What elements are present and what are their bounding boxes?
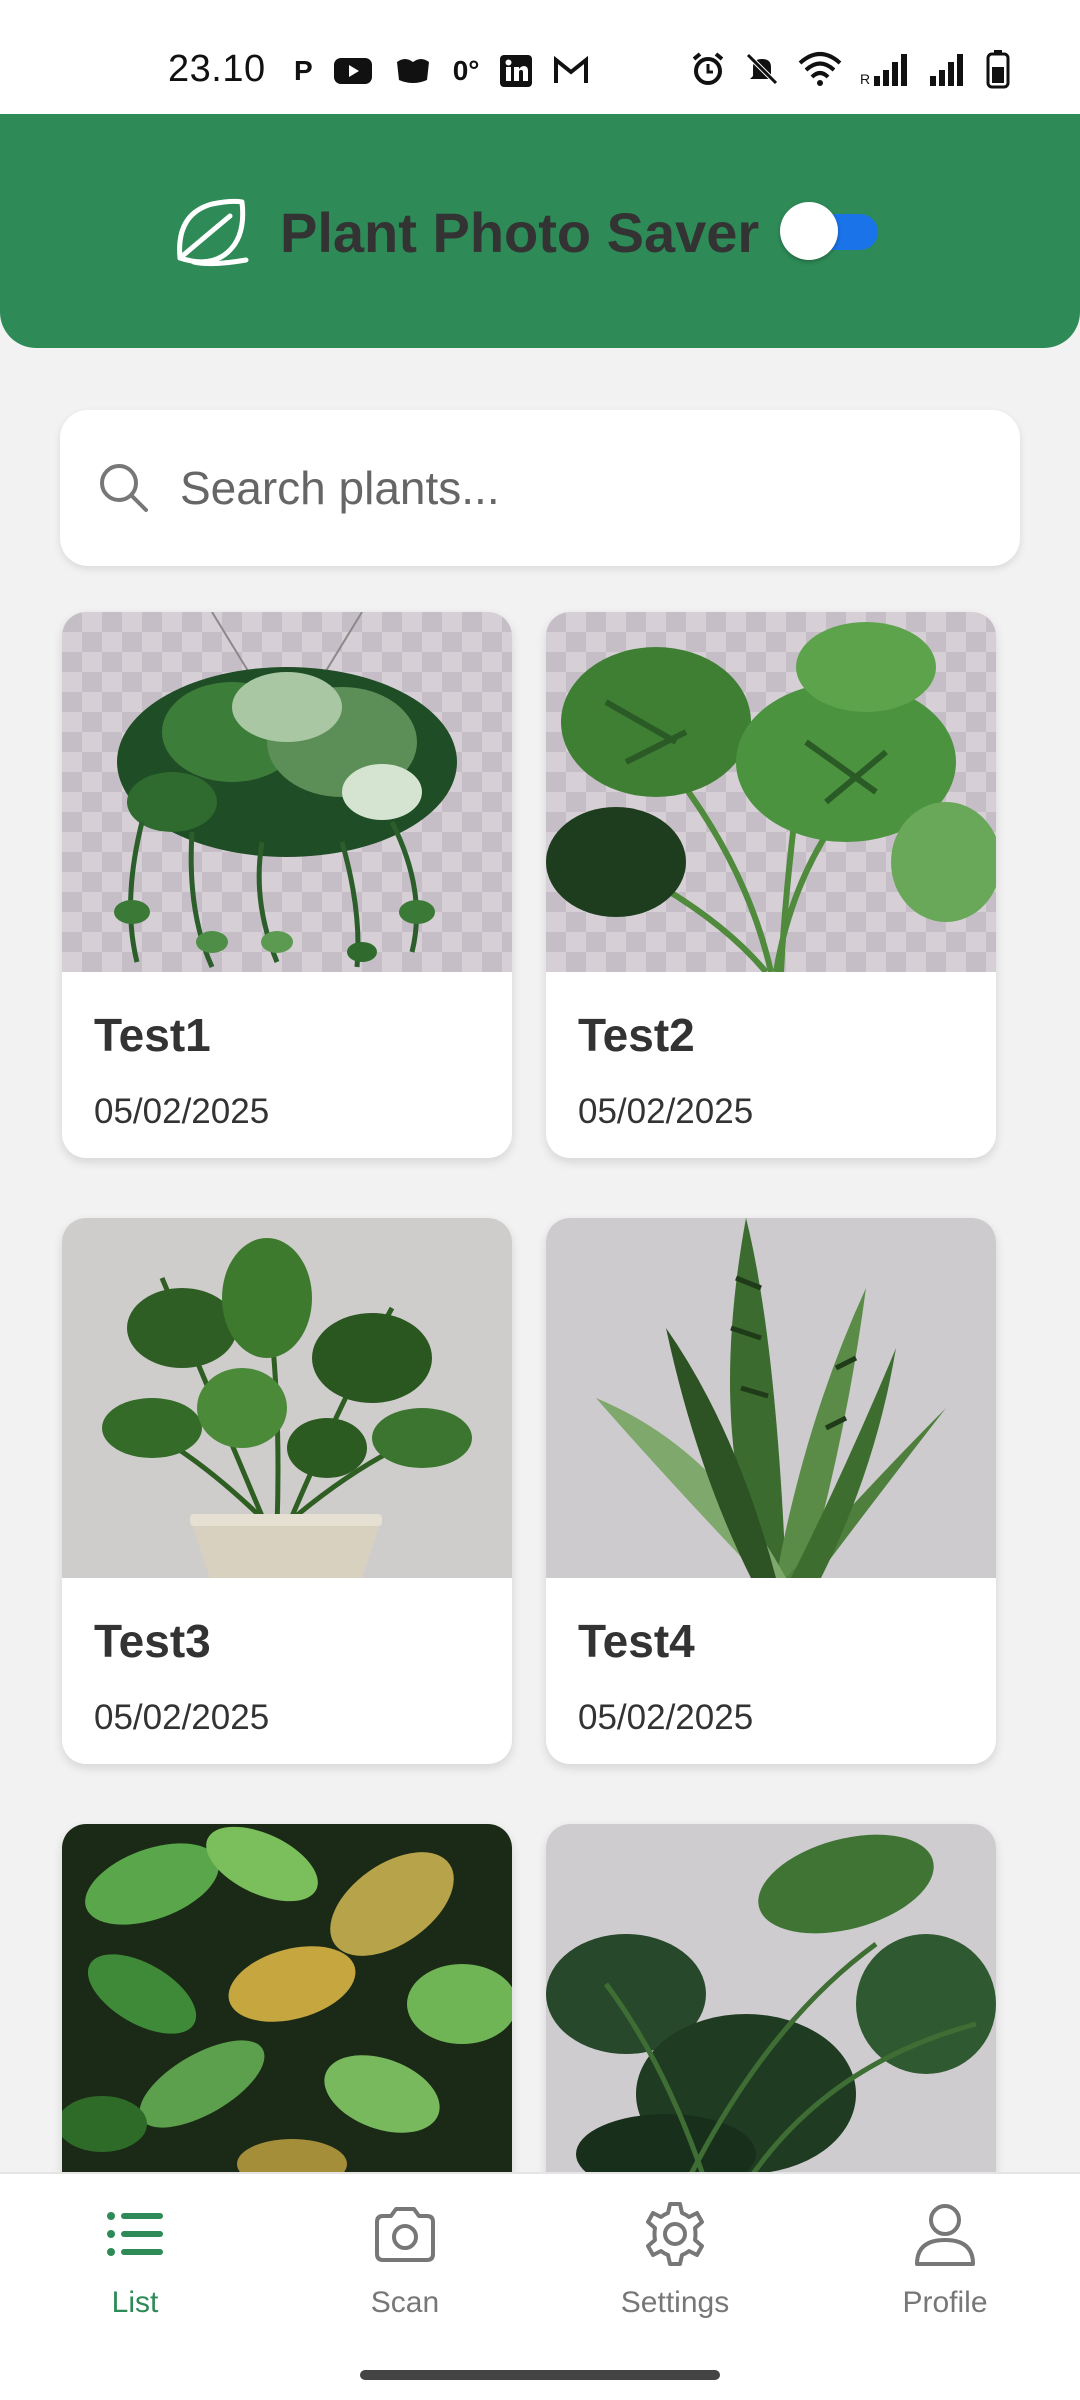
plant-date: 05/02/2025: [578, 1092, 754, 1131]
plant-image: [62, 1218, 512, 1578]
temperature-icon: 0°: [452, 55, 480, 86]
plant-card-body: Test3 05/02/2025: [62, 1578, 512, 1738]
plant-card[interactable]: Test1 05/02/2025: [62, 612, 512, 1158]
nav-item-settings[interactable]: Settings: [575, 2198, 775, 2328]
status-time: 23.10: [168, 48, 266, 90]
search-input[interactable]: [180, 461, 1020, 515]
home-indicator[interactable]: [360, 2370, 720, 2380]
svg-text:R: R: [860, 71, 870, 86]
plant-card-body: Test2 05/02/2025: [546, 972, 996, 1132]
nav-label-list: List: [111, 2286, 159, 2319]
plant-name: Test3: [94, 1615, 211, 1667]
camera-icon: [375, 2207, 435, 2262]
plant-card[interactable]: Test2 05/02/2025: [546, 612, 996, 1158]
status-left-icons: P 0°: [294, 52, 589, 90]
plant-name: Test2: [578, 1009, 695, 1061]
plant-card[interactable]: Test3 05/02/2025: [62, 1218, 512, 1764]
plant-image: [62, 612, 512, 972]
alarm-icon: [690, 50, 726, 88]
mute-icon: [744, 50, 780, 88]
nav-label-scan: Scan: [370, 2286, 440, 2319]
plant-image: [546, 1218, 996, 1578]
plant-card[interactable]: Test4 05/02/2025: [546, 1218, 996, 1764]
app-title: Plant Photo Saver: [280, 200, 760, 264]
list-icon: [107, 2212, 163, 2256]
app-header: Plant Photo Saver: [0, 114, 1080, 348]
plant-grid: Test1 05/02/2025 Test2 05/02/2025 Test3 …: [62, 612, 998, 2370]
status-right-icons: R: [690, 50, 1010, 89]
battery-icon: [986, 50, 1010, 89]
plant-date: 05/02/2025: [578, 1698, 754, 1737]
bottom-nav: List Scan Settings Profile: [0, 2172, 1080, 2400]
nav-item-scan[interactable]: Scan: [305, 2198, 505, 2328]
search-icon: [100, 464, 148, 512]
nav-item-list[interactable]: List: [35, 2198, 235, 2328]
wifi-icon: [798, 50, 842, 88]
p-icon: P: [294, 55, 313, 86]
signal-icon: [928, 50, 968, 88]
gear-icon: [646, 2202, 704, 2266]
plant-date: 05/02/2025: [94, 1092, 270, 1131]
status-bar: 23.10 P 0° R: [0, 0, 1080, 114]
theme-toggle[interactable]: [780, 202, 880, 260]
person-icon: [915, 2204, 975, 2266]
plant-image: [62, 1824, 512, 2184]
plant-image: [546, 612, 996, 972]
nav-item-profile[interactable]: Profile: [845, 2198, 1045, 2328]
nav-label-settings: Settings: [620, 2286, 730, 2319]
gmail-icon: [553, 52, 589, 90]
plant-card-body: Test1 05/02/2025: [62, 972, 512, 1132]
plant-date: 05/02/2025: [94, 1698, 270, 1737]
youtube-icon: [333, 52, 373, 90]
plant-name: Test4: [578, 1615, 695, 1667]
app-screen: 23.10 P 0° R Plant Photo Saver Search pl…: [0, 0, 1080, 2400]
app-icon: [393, 52, 433, 90]
header-title-group: Plant Photo Saver: [170, 192, 759, 272]
plant-card-body: Test4 05/02/2025: [546, 1578, 996, 1738]
toggle-knob: [780, 202, 838, 260]
signal-icon: R: [860, 50, 910, 88]
leaf-icon: [177, 198, 249, 267]
plant-image: [546, 1824, 996, 2184]
nav-label-profile: Profile: [902, 2286, 988, 2319]
plant-name: Test1: [94, 1009, 211, 1061]
search-bar[interactable]: [60, 410, 1020, 566]
linkedin-icon: [499, 52, 533, 90]
